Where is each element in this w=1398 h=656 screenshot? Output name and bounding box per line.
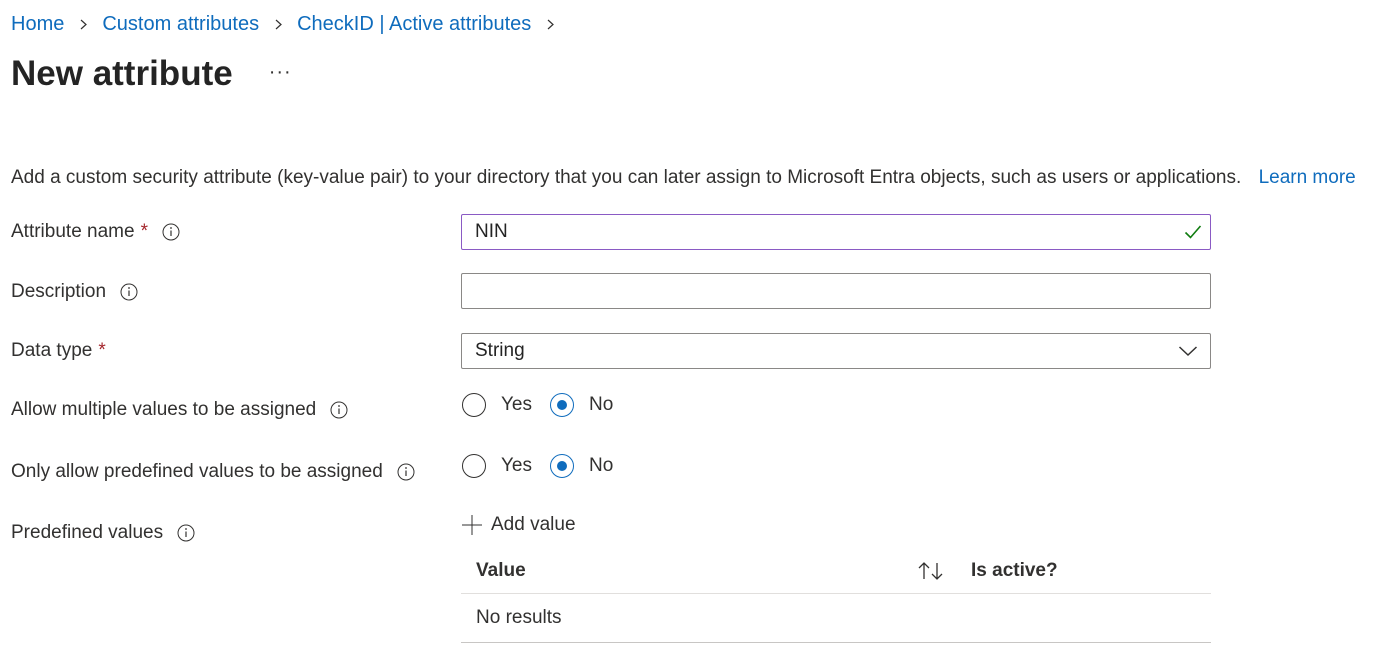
info-icon[interactable] bbox=[330, 401, 348, 419]
add-value-label: Add value bbox=[491, 514, 576, 535]
chevron-right-icon bbox=[275, 19, 282, 29]
attribute-name-value: NIN bbox=[475, 221, 508, 242]
only-predefined-label: Only allow predefined values to be assig… bbox=[11, 458, 415, 486]
intro-text: Add a custom security attribute (key-val… bbox=[11, 167, 1242, 188]
only-predefined-no-radio[interactable] bbox=[550, 454, 574, 478]
info-icon[interactable] bbox=[120, 283, 138, 301]
allow-multiple-yes-option[interactable]: Yes bbox=[462, 393, 532, 417]
allow-multiple-no-radio[interactable] bbox=[550, 393, 574, 417]
title-row: New attribute ··· bbox=[11, 50, 292, 98]
only-predefined-no-option[interactable]: No bbox=[550, 454, 613, 478]
chevron-down-icon bbox=[1178, 346, 1198, 357]
data-type-label: Data type * bbox=[11, 337, 106, 365]
only-predefined-radio-group: Yes No bbox=[462, 454, 631, 478]
column-header-value[interactable]: Value bbox=[461, 560, 917, 582]
required-marker: * bbox=[140, 221, 148, 242]
checkmark-icon bbox=[1184, 225, 1202, 239]
description-label: Description bbox=[11, 278, 138, 306]
more-options-button[interactable]: ··· bbox=[269, 62, 292, 86]
allow-multiple-label: Allow multiple values to be assigned bbox=[11, 396, 348, 424]
chevron-right-icon bbox=[80, 19, 88, 29]
only-predefined-label-text: Only allow predefined values to be assig… bbox=[11, 461, 383, 482]
column-header-is-active[interactable]: Is active? bbox=[971, 560, 1058, 582]
data-type-dropdown[interactable]: String bbox=[461, 333, 1211, 369]
plus-icon bbox=[462, 515, 482, 535]
attribute-name-label-text: Attribute name bbox=[11, 221, 135, 242]
table-header: Value Is active? bbox=[461, 549, 1211, 594]
only-predefined-yes-option[interactable]: Yes bbox=[462, 454, 532, 478]
allow-multiple-yes-label: Yes bbox=[501, 394, 532, 415]
add-value-button[interactable]: Add value bbox=[461, 514, 576, 536]
breadcrumb-home[interactable]: Home bbox=[11, 9, 64, 39]
predefined-values-label-text: Predefined values bbox=[11, 522, 164, 543]
predefined-values-table: Value Is active? No results bbox=[461, 549, 1211, 643]
only-predefined-yes-radio[interactable] bbox=[462, 454, 486, 478]
empty-state-row: No results bbox=[461, 594, 1211, 643]
allow-multiple-no-option[interactable]: No bbox=[550, 393, 613, 417]
allow-multiple-label-text: Allow multiple values to be assigned bbox=[11, 399, 317, 420]
learn-more-link[interactable]: Learn more bbox=[1259, 167, 1356, 188]
intro-text-row: Add a custom security attribute (key-val… bbox=[11, 164, 1356, 192]
required-marker: * bbox=[98, 340, 106, 361]
chevron-right-icon bbox=[547, 19, 555, 29]
description-label-text: Description bbox=[11, 281, 107, 302]
allow-multiple-yes-radio[interactable] bbox=[462, 393, 486, 417]
sort-icon[interactable] bbox=[917, 561, 945, 581]
allow-multiple-no-label: No bbox=[589, 394, 614, 415]
description-input[interactable] bbox=[461, 273, 1211, 309]
page-title: New attribute bbox=[11, 54, 233, 93]
only-predefined-yes-label: Yes bbox=[501, 455, 532, 476]
data-type-label-text: Data type bbox=[11, 340, 93, 361]
attribute-name-input[interactable]: NIN bbox=[461, 214, 1211, 250]
breadcrumb: Home Custom attributes CheckID | Active … bbox=[11, 9, 569, 39]
breadcrumb-checkid-active-attributes[interactable]: CheckID | Active attributes bbox=[297, 9, 531, 39]
info-icon[interactable] bbox=[397, 463, 415, 481]
info-icon[interactable] bbox=[162, 223, 180, 241]
predefined-values-label: Predefined values bbox=[11, 519, 195, 547]
new-attribute-page: Home Custom attributes CheckID | Active … bbox=[0, 0, 1398, 656]
info-icon[interactable] bbox=[177, 524, 195, 542]
data-type-value: String bbox=[475, 340, 525, 361]
only-predefined-no-label: No bbox=[589, 455, 614, 476]
attribute-name-label: Attribute name * bbox=[11, 218, 180, 246]
breadcrumb-custom-attributes[interactable]: Custom attributes bbox=[102, 9, 259, 39]
allow-multiple-radio-group: Yes No bbox=[462, 393, 631, 417]
